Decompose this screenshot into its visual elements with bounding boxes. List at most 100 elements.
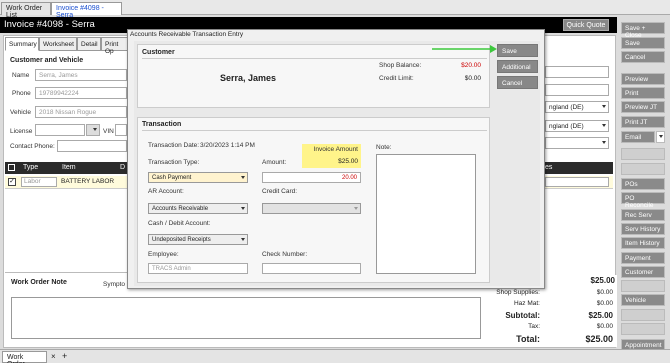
- totals-top-value: $25.00: [590, 276, 615, 285]
- vehicle-button[interactable]: Vehicle: [621, 294, 665, 306]
- po-reconcile-button[interactable]: PO Reconcile: [621, 192, 665, 209]
- right-field-2[interactable]: [545, 84, 609, 96]
- col-item[interactable]: Item: [62, 164, 76, 171]
- shop-balance-label: Shop Balance:: [379, 62, 422, 69]
- tab-invoice[interactable]: Invoice #4098 - Serra: [51, 2, 122, 19]
- cash-debit-account-select[interactable]: Undeposited Receipts: [148, 234, 248, 245]
- select-all-checkbox[interactable]: [8, 164, 15, 171]
- table-row-right[interactable]: [545, 176, 613, 189]
- credit-card-label: Credit Card:: [262, 188, 298, 195]
- top-tab-bar: Work Order List Invoice #4098 - Serra: [0, 0, 670, 19]
- name-field[interactable]: Serra, James: [35, 69, 127, 81]
- quick-quote-button[interactable]: Quick Quote: [563, 19, 609, 31]
- customer-section-title: Customer: [142, 49, 175, 56]
- row-checkbox[interactable]: ✓: [8, 178, 16, 186]
- item-history-button[interactable]: Item History: [621, 237, 665, 249]
- email-button[interactable]: Email: [621, 131, 655, 143]
- phone-label: Phone: [12, 90, 31, 97]
- ar-account-value: Accounts Receivable: [152, 205, 209, 212]
- table-row[interactable]: ✓ Labor BATTERY LABOR: [5, 176, 127, 189]
- sidebar-save-button[interactable]: Save: [621, 37, 665, 49]
- pos-button[interactable]: POs: [621, 178, 665, 190]
- line-items-grid-header: Type Item D: [5, 162, 127, 174]
- preview-jt-button[interactable]: Preview JT: [621, 101, 665, 113]
- total-label: Total:: [516, 334, 540, 344]
- tab-worksheet[interactable]: Worksheet: [39, 37, 77, 51]
- invoice-amount-highlight: Invoice Amount $25.00: [302, 144, 361, 168]
- print-button[interactable]: Print: [621, 87, 665, 99]
- shop-supplies-value: $0.00: [596, 289, 613, 296]
- sidebar-disabled-4: [621, 309, 665, 321]
- vehicle-field[interactable]: 2018 Nissan Rogue: [35, 106, 127, 118]
- tax-row: Tax: $0.00: [485, 323, 615, 333]
- sidebar-disabled-5: [621, 323, 665, 335]
- right-dropdown-2[interactable]: ngland (DE): [545, 120, 609, 132]
- transaction-type-select[interactable]: Cash Payment: [148, 172, 248, 183]
- note-textarea[interactable]: [376, 154, 476, 274]
- right-dropdown-1-value: ngland (DE): [549, 104, 584, 111]
- tax-label: Tax:: [528, 323, 540, 330]
- payment-button[interactable]: Payment: [621, 252, 665, 264]
- sub-tab-bar: Summary Worksheet Detail Print Op: [5, 37, 135, 55]
- dialog-cancel-button[interactable]: Cancel: [497, 76, 538, 89]
- name-label: Name: [12, 72, 30, 79]
- amount-label: Amount:: [262, 159, 287, 166]
- haz-mat-value: $0.00: [596, 300, 613, 307]
- right-dropdown-3[interactable]: [545, 137, 609, 149]
- ar-account-select[interactable]: Accounts Receivable: [148, 203, 248, 214]
- invoice-amount-value: $25.00: [338, 158, 358, 165]
- dialog-save-button[interactable]: Save: [497, 44, 538, 57]
- tab-work-order[interactable]: Work Order: [2, 351, 47, 363]
- customer-button[interactable]: Customer: [621, 266, 665, 278]
- employee-input[interactable]: TRACS Admin: [148, 263, 248, 274]
- dialog-body: Customer Serra, James Shop Balance: $20.…: [134, 41, 540, 286]
- right-field-1[interactable]: [545, 66, 609, 78]
- divider: [142, 58, 487, 59]
- total-row: Total: $25.00: [485, 334, 615, 346]
- sidebar-cancel-button[interactable]: Cancel: [621, 51, 665, 63]
- work-order-note-textarea[interactable]: [11, 297, 481, 339]
- shop-supplies-row: Shop Supplies: $0.00: [485, 289, 615, 299]
- save-close-button[interactable]: Save + Close: [621, 22, 665, 39]
- row-item: BATTERY LABOR: [61, 178, 115, 185]
- license-state-dropdown[interactable]: [86, 124, 100, 136]
- col-type[interactable]: Type: [23, 164, 38, 171]
- transaction-date-label: Transaction Date:: [148, 142, 200, 149]
- right-dropdown-2-value: ngland (DE): [549, 123, 584, 130]
- phone-field[interactable]: 19789942224: [35, 87, 127, 99]
- rec-serv-button[interactable]: Rec Serv: [621, 209, 665, 221]
- contact-phone-field[interactable]: [57, 140, 127, 152]
- email-dropdown[interactable]: [656, 131, 665, 143]
- add-tab-icon[interactable]: +: [62, 351, 67, 361]
- amount-input[interactable]: 20.00: [262, 172, 361, 183]
- shop-balance-value: $20.00: [461, 62, 481, 69]
- vin-field[interactable]: [115, 124, 127, 136]
- grid-header-right: es: [545, 162, 613, 174]
- preview-button[interactable]: Preview: [621, 73, 665, 85]
- col-description[interactable]: D: [120, 164, 125, 171]
- tab-detail[interactable]: Detail: [77, 37, 101, 51]
- right-dropdown-1[interactable]: ngland (DE): [545, 101, 609, 113]
- bottom-tab-bar: Work Order × +: [0, 349, 670, 363]
- transaction-section-title: Transaction: [142, 121, 182, 128]
- total-value: $25.00: [585, 334, 613, 344]
- ar-transaction-dialog: Accounts Receivable Transaction Entry Cu…: [127, 29, 545, 289]
- check-number-label: Check Number:: [262, 251, 308, 258]
- row-right-field[interactable]: [545, 177, 609, 187]
- serv-history-button[interactable]: Serv History: [621, 223, 665, 235]
- symptom-label: Sympto: [103, 281, 126, 288]
- transaction-group: Transaction Transaction Date: 3/20/2023 …: [137, 117, 490, 283]
- tab-summary[interactable]: Summary: [5, 37, 39, 51]
- dialog-additional-button[interactable]: Additional: [497, 60, 538, 73]
- dialog-title: Accounts Receivable Transaction Entry: [130, 31, 244, 38]
- tax-value: $0.00: [596, 323, 613, 330]
- tab-work-order-list[interactable]: Work Order List: [1, 2, 51, 19]
- credit-card-select[interactable]: [262, 203, 361, 214]
- check-number-input[interactable]: [262, 263, 361, 274]
- print-jt-button[interactable]: Print JT: [621, 116, 665, 128]
- row-type[interactable]: Labor: [21, 177, 57, 187]
- close-tab-icon[interactable]: ×: [51, 352, 56, 361]
- license-field[interactable]: [35, 124, 85, 136]
- invoice-amount-label: Invoice Amount: [313, 146, 358, 153]
- transaction-type-label: Transaction Type:: [148, 159, 200, 166]
